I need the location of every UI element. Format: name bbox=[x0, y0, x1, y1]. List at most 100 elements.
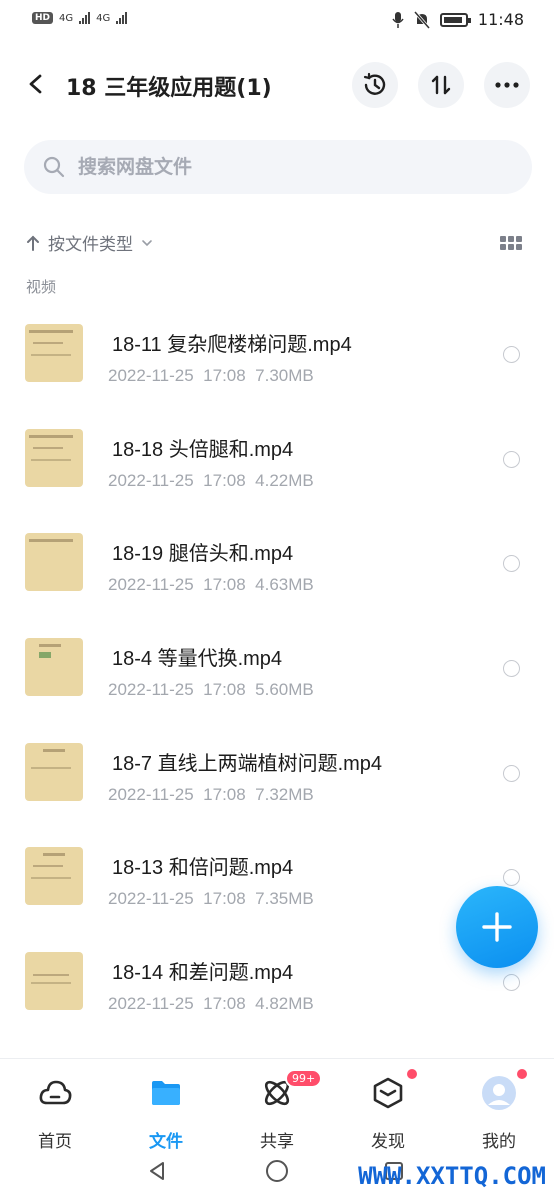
file-time: 17:08 bbox=[203, 680, 246, 700]
video-thumbnail bbox=[25, 952, 83, 1011]
file-name: 18-7 直线上两端植树问题.mp4 bbox=[112, 752, 383, 775]
file-size: 5.60MB bbox=[255, 680, 314, 700]
nav-files[interactable]: 文件 bbox=[126, 1069, 206, 1152]
file-name: 18-18 头倍腿和.mp4 bbox=[112, 438, 294, 461]
file-date: 2022-11-25 bbox=[108, 575, 194, 595]
file-meta: 2022-11-25 17:08 4.22MB bbox=[108, 471, 314, 491]
battery-icon bbox=[439, 12, 471, 27]
file-name: 18-19 腿倍头和.mp4 bbox=[112, 543, 294, 566]
more-button[interactable] bbox=[484, 62, 530, 108]
share-badge: 99+ bbox=[285, 1069, 323, 1088]
list-item[interactable]: 18-11 复杂爬楼梯问题.mp4 2022-11-25 17:08 7.30M… bbox=[0, 300, 554, 405]
back-button[interactable] bbox=[22, 66, 52, 102]
folder-icon bbox=[152, 1081, 180, 1105]
file-size: 4.22MB bbox=[255, 470, 314, 490]
status-bar: HD 4G 4G 11:48 bbox=[0, 0, 554, 42]
home-circle-icon[interactable] bbox=[265, 1159, 289, 1183]
sort-bar: 按文件类型 bbox=[26, 228, 526, 258]
select-radio[interactable] bbox=[503, 555, 520, 573]
file-time: 17:08 bbox=[203, 366, 246, 385]
nav-discover[interactable]: 发现 bbox=[348, 1069, 428, 1152]
file-meta: 2022-11-25 17:08 4.82MB bbox=[108, 994, 314, 1014]
video-thumbnail bbox=[25, 533, 83, 592]
arrow-up-icon bbox=[27, 235, 39, 251]
file-time: 17:08 bbox=[203, 889, 246, 909]
header: 18 三年级应用题(1) bbox=[0, 58, 554, 110]
back-triangle-icon[interactable] bbox=[146, 1160, 168, 1182]
list-item[interactable]: 18-7 直线上两端植树问题.mp4 2022-11-25 17:08 7.32… bbox=[0, 719, 554, 824]
clock: 11:48 bbox=[477, 10, 524, 29]
file-time: 17:08 bbox=[203, 575, 246, 595]
plus-icon bbox=[482, 912, 512, 942]
video-thumbnail bbox=[25, 847, 83, 906]
video-thumbnail bbox=[25, 742, 83, 801]
network-type-2: 4G bbox=[96, 12, 111, 24]
status-left: HD 4G 4G bbox=[32, 12, 128, 24]
history-button[interactable] bbox=[352, 62, 398, 108]
signal-icon bbox=[116, 12, 128, 24]
nav-mine[interactable]: 我的 bbox=[459, 1069, 539, 1152]
file-time: 17:08 bbox=[203, 994, 246, 1014]
grid-view-icon[interactable] bbox=[500, 236, 522, 250]
search-icon bbox=[43, 156, 65, 178]
file-date: 2022-11-25 bbox=[108, 680, 194, 700]
video-thumbnail bbox=[25, 428, 83, 487]
file-date: 2022-11-25 bbox=[108, 784, 194, 804]
file-meta: 2022-11-25 17:08 7.32MB bbox=[108, 785, 314, 805]
search-bar[interactable] bbox=[24, 140, 532, 194]
sort-order-button[interactable] bbox=[418, 62, 464, 108]
video-thumbnail bbox=[25, 638, 83, 697]
network-type-1: 4G bbox=[59, 12, 74, 24]
list-item[interactable]: 18-18 头倍腿和.mp4 2022-11-25 17:08 4.22MB bbox=[0, 405, 554, 510]
sort-by-type-button[interactable]: 按文件类型 bbox=[26, 230, 153, 255]
add-button[interactable] bbox=[456, 886, 538, 968]
chevron-down-icon bbox=[142, 239, 152, 246]
select-radio[interactable] bbox=[503, 346, 520, 363]
hd-indicator: HD bbox=[32, 12, 54, 24]
sort-label: 按文件类型 bbox=[48, 235, 133, 255]
file-time: 17:08 bbox=[203, 470, 246, 490]
system-nav-bar: WWW.XXTTQ.COM bbox=[0, 1148, 554, 1200]
bottom-nav: 首页 文件 99+ 共享 发现 我的 bbox=[0, 1058, 554, 1152]
select-radio[interactable] bbox=[503, 450, 520, 468]
select-radio[interactable] bbox=[503, 764, 520, 782]
chevron-left-icon bbox=[29, 74, 42, 94]
list-item[interactable]: 18-19 腿倍头和.mp4 2022-11-25 17:08 4.63MB bbox=[0, 509, 554, 614]
notification-dot bbox=[407, 1069, 417, 1079]
file-size: 7.30MB bbox=[255, 366, 314, 385]
search-input[interactable] bbox=[78, 156, 478, 178]
file-size: 7.32MB bbox=[255, 784, 314, 804]
page-title: 18 三年级应用题(1) bbox=[66, 76, 272, 101]
file-name: 18-14 和差问题.mp4 bbox=[112, 962, 294, 985]
notification-dot bbox=[517, 1069, 527, 1079]
status-right: 11:48 bbox=[392, 10, 524, 29]
select-radio[interactable] bbox=[503, 974, 520, 992]
file-size: 4.63MB bbox=[255, 575, 314, 595]
video-thumbnail bbox=[25, 324, 83, 382]
list-item[interactable]: 18-4 等量代换.mp4 2022-11-25 17:08 5.60MB bbox=[0, 614, 554, 719]
watermark: WWW.XXTTQ.COM bbox=[358, 1162, 546, 1190]
file-name: 18-13 和倍问题.mp4 bbox=[112, 857, 294, 880]
avatar-icon bbox=[482, 1076, 516, 1110]
history-clock-icon bbox=[363, 72, 386, 95]
file-time: 17:08 bbox=[203, 784, 246, 804]
cloud-home-icon bbox=[39, 1080, 72, 1105]
file-name: 18-4 等量代换.mp4 bbox=[112, 648, 283, 671]
more-dots-icon bbox=[495, 82, 519, 88]
mute-bell-icon bbox=[413, 10, 430, 29]
select-radio[interactable] bbox=[503, 660, 520, 678]
nav-share[interactable]: 99+ 共享 bbox=[237, 1069, 323, 1152]
nav-home[interactable]: 首页 bbox=[15, 1069, 95, 1152]
sort-arrows-icon bbox=[431, 75, 451, 95]
file-date: 2022-11-25 bbox=[108, 470, 194, 490]
file-meta: 2022-11-25 17:08 5.60MB bbox=[108, 680, 314, 700]
file-name: 18-11 复杂爬楼梯问题.mp4 bbox=[112, 334, 352, 356]
file-size: 4.82MB bbox=[255, 994, 314, 1014]
discover-box-icon bbox=[373, 1077, 403, 1109]
file-date: 2022-11-25 bbox=[108, 889, 194, 909]
file-meta: 2022-11-25 17:08 7.30MB bbox=[108, 366, 314, 386]
file-size: 7.35MB bbox=[255, 889, 314, 909]
select-radio[interactable] bbox=[503, 869, 520, 887]
file-meta: 2022-11-25 17:08 4.63MB bbox=[108, 575, 314, 595]
file-meta: 2022-11-25 17:08 7.35MB bbox=[108, 889, 314, 909]
